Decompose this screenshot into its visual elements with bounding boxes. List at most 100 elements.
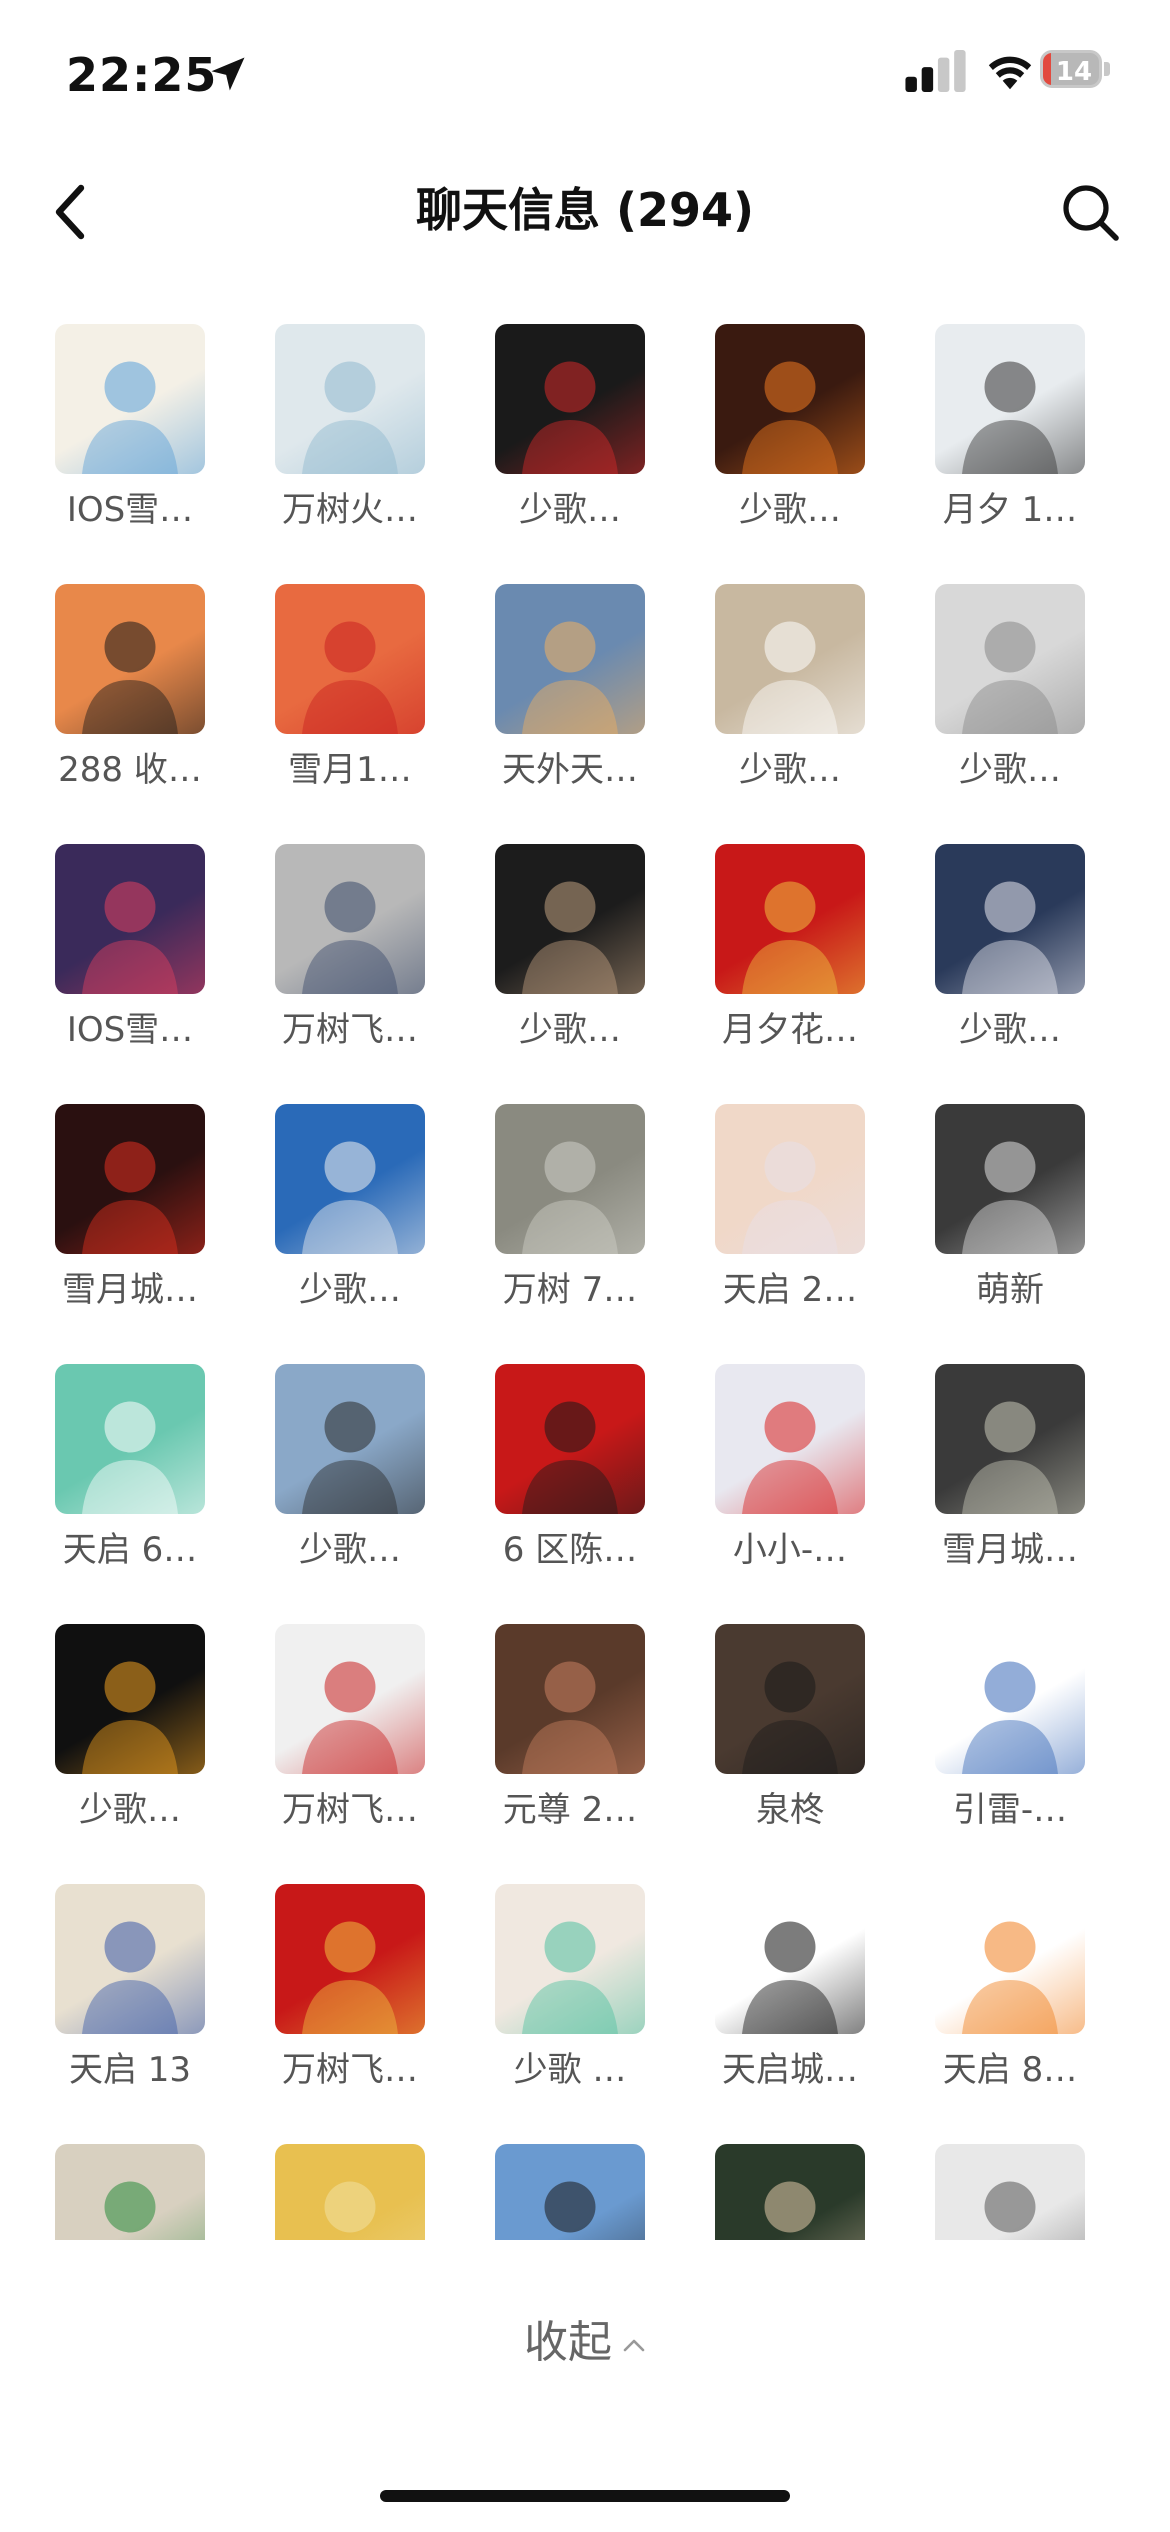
member-name: 天启 2… bbox=[722, 1270, 858, 1310]
tiger-avatar bbox=[935, 1884, 1085, 2034]
member-name: 天外天… bbox=[502, 750, 638, 790]
member-name: 月夕花… bbox=[722, 1010, 858, 1050]
member-cell[interactable]: IOS雪… bbox=[44, 838, 214, 1090]
member-cell[interactable]: 天启 6… bbox=[44, 1358, 214, 1610]
member-cell[interactable]: 小小-… bbox=[704, 1358, 874, 1610]
member-cell[interactable]: 少歌… bbox=[704, 318, 874, 570]
text-avatar bbox=[275, 1884, 425, 2034]
member-name: 天启城… bbox=[722, 2050, 858, 2090]
member-cell[interactable]: IOS雪… bbox=[44, 318, 214, 570]
smiley-avatar bbox=[55, 1624, 205, 1774]
raccoon-avatar bbox=[935, 2144, 1085, 2240]
member-cell[interactable]: 天启 2… bbox=[704, 1098, 874, 1350]
member-name: 少歌 … bbox=[513, 2050, 627, 2090]
member-cell[interactable]: 少歌… bbox=[264, 1098, 434, 1350]
anime-avatar bbox=[495, 1884, 645, 2034]
collapse-button[interactable]: 收起 bbox=[524, 2306, 646, 2370]
member-cell[interactable]: 天启 8… bbox=[924, 1878, 1094, 2130]
member-cell[interactable] bbox=[924, 2138, 1094, 2240]
member-name: 元尊 2… bbox=[502, 1790, 638, 1830]
member-cell[interactable]: 泉柊 bbox=[704, 1618, 874, 1870]
member-cell[interactable]: 引雷-… bbox=[924, 1618, 1094, 1870]
anime-avatar bbox=[55, 844, 205, 994]
photo-avatar bbox=[715, 584, 865, 734]
member-name: IOS雪… bbox=[66, 1010, 194, 1050]
member-cell[interactable]: 萌新 bbox=[924, 1098, 1094, 1350]
member-name: 天启 6… bbox=[62, 1530, 198, 1570]
member-cell[interactable]: 雪月城… bbox=[924, 1358, 1094, 1610]
member-cell[interactable]: 少歌… bbox=[704, 578, 874, 830]
member-name: IOS雪… bbox=[66, 490, 194, 530]
collapse-label: 收起 bbox=[524, 2317, 612, 2368]
location-arrow-icon bbox=[211, 57, 245, 91]
member-cell[interactable]: 少歌 … bbox=[484, 1878, 654, 2130]
photo-avatar bbox=[715, 2144, 865, 2240]
photo-avatar bbox=[935, 324, 1085, 474]
member-cell[interactable]: 少歌… bbox=[44, 1618, 214, 1870]
page-title: 聊天信息 (294) bbox=[415, 183, 755, 237]
anime-avatar bbox=[935, 844, 1085, 994]
member-name: 288 收… bbox=[58, 750, 202, 790]
anime-avatar bbox=[935, 1104, 1085, 1254]
member-name: 少歌… bbox=[739, 490, 841, 530]
member-cell[interactable]: 万树飞… bbox=[264, 838, 434, 1090]
cellular-signal-icon bbox=[905, 50, 966, 92]
member-name: 雪月城… bbox=[62, 1270, 198, 1310]
jade-avatar bbox=[935, 1364, 1085, 1514]
member-cell[interactable]: 万树 7… bbox=[484, 1098, 654, 1350]
member-cell[interactable]: 少歌… bbox=[924, 838, 1094, 1090]
member-cell[interactable]: 6 区陈… bbox=[484, 1358, 654, 1610]
member-name: 泉柊 bbox=[756, 1790, 824, 1830]
member-name: 少歌… bbox=[299, 1530, 401, 1570]
member-cell[interactable]: 月夕花… bbox=[704, 838, 874, 1090]
member-cell[interactable]: 万树火… bbox=[264, 318, 434, 570]
photo-avatar bbox=[495, 844, 645, 994]
member-cell[interactable]: 万树飞… bbox=[264, 1618, 434, 1870]
firework-avatar bbox=[715, 324, 865, 474]
anime-avatar bbox=[495, 1624, 645, 1774]
member-cell[interactable]: 少歌… bbox=[484, 318, 654, 570]
member-name: 万树 7… bbox=[502, 1270, 638, 1310]
member-cell[interactable]: 天启城… bbox=[704, 1878, 874, 2130]
member-name: 少歌… bbox=[959, 1010, 1061, 1050]
battery-percent: 14 bbox=[1055, 57, 1093, 87]
member-name: 少歌… bbox=[79, 1790, 181, 1830]
battery-indicator: 14 bbox=[1040, 50, 1112, 90]
member-cell[interactable]: 天启 13 bbox=[44, 1878, 214, 2130]
fu-avatar bbox=[55, 584, 205, 734]
member-cell[interactable]: 雪月城… bbox=[44, 1098, 214, 1350]
member-name: 少歌… bbox=[519, 1010, 621, 1050]
chevron-up-icon bbox=[623, 2339, 645, 2352]
member-cell[interactable]: 月夕 1… bbox=[924, 318, 1094, 570]
member-cell[interactable] bbox=[484, 2138, 654, 2240]
anime-avatar bbox=[715, 1624, 865, 1774]
member-cell[interactable] bbox=[704, 2138, 874, 2240]
member-cell[interactable]: 少歌… bbox=[264, 1358, 434, 1610]
member-name: 萌新 bbox=[976, 1270, 1044, 1310]
member-cell[interactable]: 288 收… bbox=[44, 578, 214, 830]
member-cell[interactable]: 少歌… bbox=[924, 578, 1094, 830]
member-cell[interactable]: 少歌… bbox=[484, 838, 654, 1090]
seal-avatar bbox=[715, 844, 865, 994]
member-name: 少歌… bbox=[739, 750, 841, 790]
member-cell[interactable]: 万树飞… bbox=[264, 1878, 434, 2130]
member-name: 天启 13 bbox=[68, 2050, 192, 2090]
cartoon-avatar bbox=[55, 1884, 205, 2034]
cartoon-avatar bbox=[275, 584, 425, 734]
member-cell[interactable]: 天外天… bbox=[484, 578, 654, 830]
member-cell[interactable] bbox=[44, 2138, 214, 2240]
back-chevron-icon[interactable] bbox=[46, 182, 96, 242]
member-name: 雪月城… bbox=[942, 1530, 1078, 1570]
member-name: 万树飞… bbox=[282, 2050, 418, 2090]
member-cell[interactable]: 雪月1… bbox=[264, 578, 434, 830]
member-name: 少歌… bbox=[959, 750, 1061, 790]
member-name: 万树火… bbox=[282, 490, 418, 530]
search-icon[interactable] bbox=[1060, 182, 1120, 242]
member-cell[interactable] bbox=[264, 2138, 434, 2240]
member-name: 万树飞… bbox=[282, 1790, 418, 1830]
anime-avatar bbox=[275, 1624, 425, 1774]
photo-avatar bbox=[495, 2144, 645, 2240]
member-cell[interactable]: 元尊 2… bbox=[484, 1618, 654, 1870]
text-avatar bbox=[55, 1364, 205, 1514]
member-name: 天启 8… bbox=[942, 2050, 1078, 2090]
